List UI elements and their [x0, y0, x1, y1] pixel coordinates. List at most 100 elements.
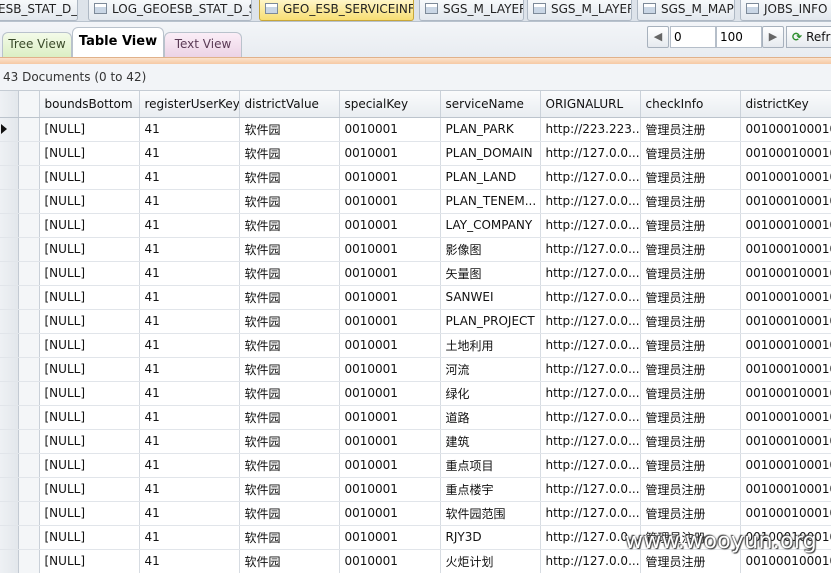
table-cell[interactable]: 0010001	[339, 213, 441, 238]
table-row[interactable]: [NULL] 41 软件园 0010001 河流 http://127.0.0... 管理员…	[0, 357, 831, 382]
table-cell[interactable]: 0010001000100010	[740, 261, 831, 286]
table-cell[interactable]: 管理员注册	[640, 333, 741, 358]
table-row[interactable]: [NULL] 41 软件园 0010001 LAY_COMPANY http://127.…	[0, 213, 831, 238]
table-cell[interactable]: 管理员注册	[640, 165, 741, 190]
row-selector[interactable]	[0, 141, 19, 166]
column-header[interactable]: districtKey	[740, 91, 831, 118]
table-cell[interactable]: 41	[139, 141, 240, 166]
table-cell[interactable]: 管理员注册	[640, 381, 741, 406]
next-page-button[interactable]: ▶	[762, 26, 784, 48]
table-cell[interactable]: PLAN_PROJECT	[440, 309, 541, 334]
table-cell[interactable]: 0010001000100010	[740, 213, 831, 238]
column-header[interactable]: ORIGNALURL	[540, 91, 641, 118]
table-cell[interactable]: 土地利用	[440, 333, 541, 358]
table-cell[interactable]: [NULL]	[39, 357, 140, 382]
collection-tab[interactable]: SGS_M_LAYER	[419, 0, 524, 21]
table-cell[interactable]: 软件园	[239, 237, 340, 262]
table-cell[interactable]: 41	[139, 261, 240, 286]
table-cell[interactable]: 管理员注册	[640, 309, 741, 334]
table-cell[interactable]: 0010001000100010	[740, 285, 831, 310]
table-cell[interactable]: PLAN_TENEM...	[440, 189, 541, 214]
table-cell[interactable]: 41	[139, 189, 240, 214]
column-header[interactable]: specialKey	[339, 91, 441, 118]
row-selector[interactable]	[0, 333, 19, 358]
table-row[interactable]: [NULL] 41 软件园 0010001 SANWEI http://127.0.0..…	[0, 285, 831, 310]
row-selector[interactable]	[0, 477, 19, 502]
table-cell[interactable]: [NULL]	[39, 309, 140, 334]
row-selector[interactable]	[0, 525, 19, 550]
table-cell[interactable]: http://127.0.0...	[540, 429, 641, 454]
table-cell[interactable]: http://127.0.0...	[540, 309, 641, 334]
row-selector[interactable]	[0, 165, 19, 190]
table-cell[interactable]: 管理员注册	[640, 141, 741, 166]
table-cell[interactable]: 0010001	[339, 477, 441, 502]
table-cell[interactable]: 重点楼宇	[440, 477, 541, 502]
table-cell[interactable]: 0010001	[339, 453, 441, 478]
table-row[interactable]: [NULL] 41 软件园 0010001 PLAN_LAND http://127.0.…	[0, 165, 831, 190]
table-cell[interactable]: RJY3D	[440, 525, 541, 550]
table-cell[interactable]: 影像图	[440, 237, 541, 262]
tab-text-view[interactable]: Text View	[164, 32, 242, 57]
row-selector[interactable]	[0, 429, 19, 454]
row-selector[interactable]	[0, 285, 19, 310]
table-cell[interactable]: 41	[139, 117, 240, 142]
table-cell[interactable]: 软件园	[239, 381, 340, 406]
table-cell[interactable]: PLAN_LAND	[440, 165, 541, 190]
table-row[interactable]: [NULL] 41 软件园 0010001 PLAN_DOMAIN http://127.…	[0, 141, 831, 166]
table-cell[interactable]: 管理员注册	[640, 453, 741, 478]
column-header[interactable]: boundsBottom	[39, 91, 140, 118]
table-cell[interactable]: http://127.0.0...	[540, 261, 641, 286]
row-selector[interactable]	[0, 261, 19, 286]
table-cell[interactable]: 41	[139, 501, 240, 526]
table-cell[interactable]: 软件园	[239, 549, 340, 573]
table-cell[interactable]: 软件园	[239, 333, 340, 358]
table-cell[interactable]: 41	[139, 549, 240, 573]
tab-tree-view[interactable]: Tree View	[2, 32, 72, 57]
table-cell[interactable]: 0010001000100010	[740, 309, 831, 334]
table-cell[interactable]: http://127.0.0...	[540, 501, 641, 526]
table-cell[interactable]: 管理员注册	[640, 261, 741, 286]
table-cell[interactable]: 0010001	[339, 237, 441, 262]
table-cell[interactable]: 41	[139, 405, 240, 430]
collection-tab-active[interactable]: GEO_ESB_SERVICEINFO	[259, 0, 414, 21]
table-cell[interactable]: 0010001	[339, 333, 441, 358]
row-selector[interactable]	[0, 453, 19, 478]
table-cell[interactable]: 软件园	[239, 165, 340, 190]
table-cell[interactable]: [NULL]	[39, 405, 140, 430]
table-cell[interactable]: [NULL]	[39, 237, 140, 262]
table-cell[interactable]: http://127.0.0...	[540, 189, 641, 214]
table-cell[interactable]: 软件园	[239, 477, 340, 502]
table-cell[interactable]: 0010001	[339, 189, 441, 214]
table-cell[interactable]: 管理员注册	[640, 405, 741, 430]
table-cell[interactable]: 0010001000100010	[740, 141, 831, 166]
table-cell[interactable]: 41	[139, 213, 240, 238]
table-cell[interactable]: 41	[139, 165, 240, 190]
table-cell[interactable]: 0010001	[339, 357, 441, 382]
table-cell[interactable]: http://127.0.0...	[540, 381, 641, 406]
row-header-corner[interactable]	[18, 91, 40, 118]
table-cell[interactable]: 软件园	[239, 285, 340, 310]
column-header[interactable]: districtValue	[239, 91, 340, 118]
table-cell[interactable]: 软件园	[239, 117, 340, 142]
table-cell[interactable]: 软件园	[239, 429, 340, 454]
table-cell[interactable]: [NULL]	[39, 549, 140, 573]
table-cell[interactable]: 41	[139, 285, 240, 310]
row-selector[interactable]	[0, 309, 19, 334]
table-row[interactable]: [NULL] 41 软件园 0010001 建筑 http://127.0.0... 管理员…	[0, 429, 831, 454]
table-cell[interactable]: 软件园	[239, 309, 340, 334]
table-row[interactable]: [NULL] 41 软件园 0010001 重点楼宇 http://127.0.0... 管…	[0, 477, 831, 502]
collection-tab[interactable]: ESB_STAT_D_S	[0, 0, 78, 21]
table-cell[interactable]: 道路	[440, 405, 541, 430]
table-cell[interactable]: 0010001000100010	[740, 405, 831, 430]
table-cell[interactable]: 软件园	[239, 501, 340, 526]
table-cell[interactable]: SANWEI	[440, 285, 541, 310]
table-cell[interactable]: 41	[139, 333, 240, 358]
table-cell[interactable]: [NULL]	[39, 285, 140, 310]
table-cell[interactable]: 绿化	[440, 381, 541, 406]
table-row[interactable]: [NULL] 41 软件园 0010001 影像图 http://127.0.0... 管理…	[0, 237, 831, 262]
table-cell[interactable]: 0010001000100010	[740, 117, 831, 142]
table-cell[interactable]: 矢量图	[440, 261, 541, 286]
table-cell[interactable]: 0010001000100010	[740, 501, 831, 526]
table-cell[interactable]: 软件园	[239, 357, 340, 382]
table-cell[interactable]: 软件园	[239, 189, 340, 214]
